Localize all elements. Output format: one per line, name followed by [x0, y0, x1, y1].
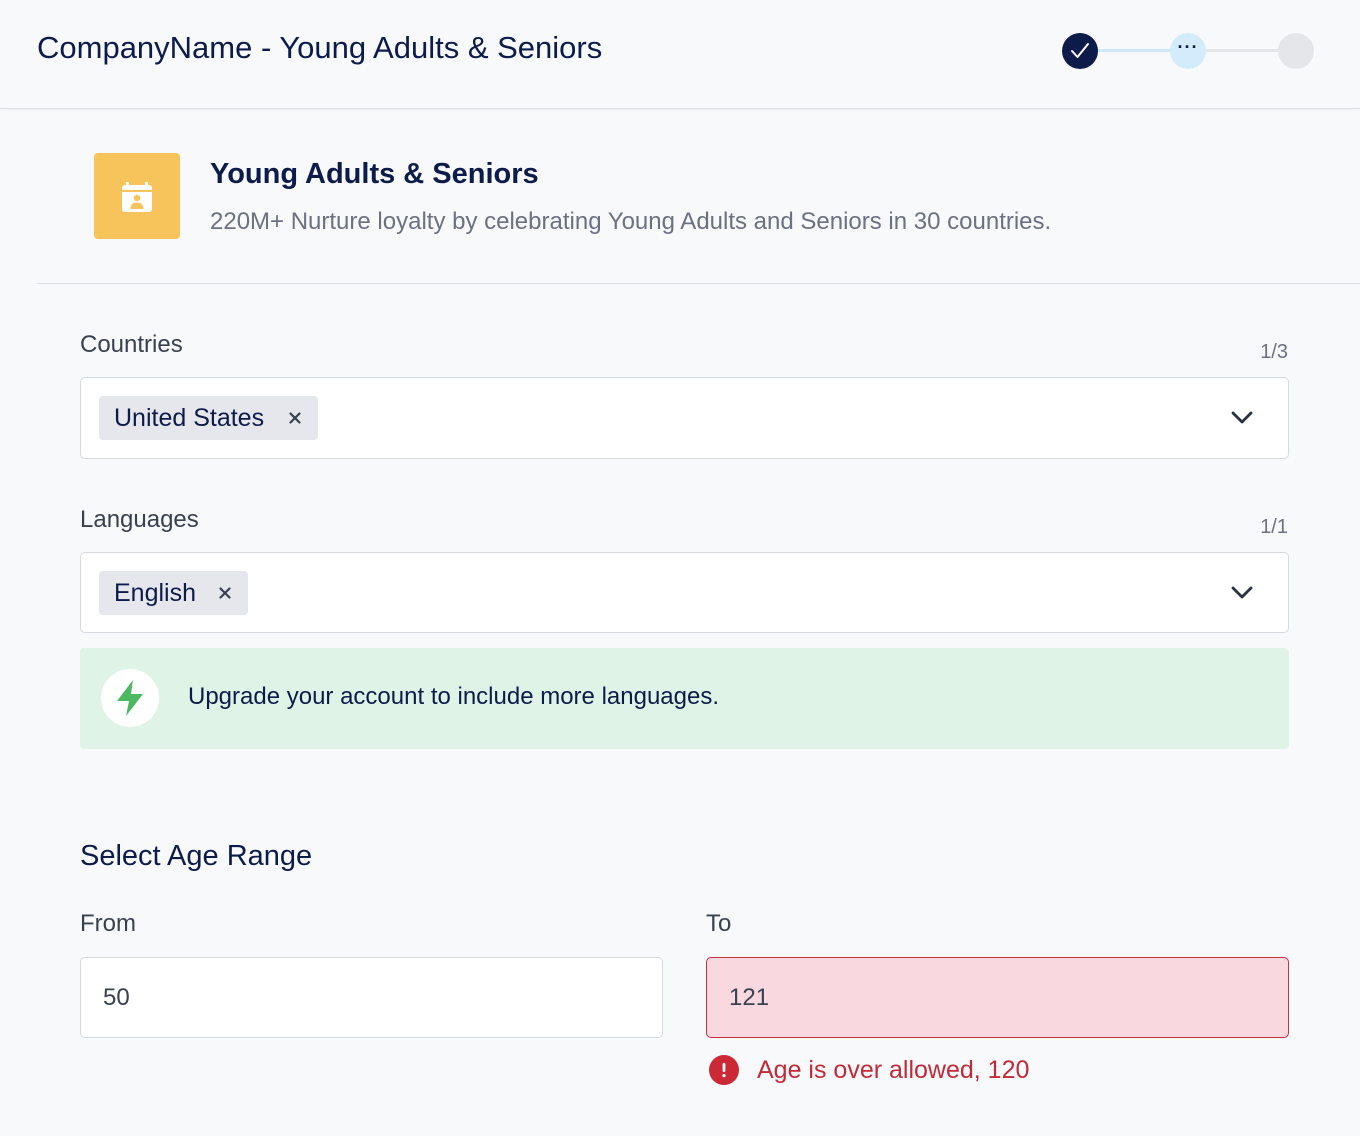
remove-chip-button[interactable] [288, 411, 302, 425]
page-title: CompanyName - Young Adults & Seniors [37, 30, 603, 65]
error-text: Age is over allowed, 120 [757, 1055, 1030, 1084]
calendar-person-icon [122, 182, 152, 212]
language-chip[interactable]: English [99, 571, 248, 615]
upgrade-message: Upgrade your account to include more lan… [188, 683, 719, 710]
segment-title: Young Adults & Seniors [210, 158, 539, 190]
age-range-title: Select Age Range [80, 840, 313, 872]
close-icon [289, 412, 301, 424]
countries-counter: 1/3 [1260, 341, 1288, 363]
step-completed[interactable] [1062, 33, 1098, 69]
close-icon [219, 587, 231, 599]
top-bar: CompanyName - Young Adults & Seniors ··· [0, 0, 1360, 109]
chip-label: English [114, 578, 196, 607]
languages-dropdown-toggle[interactable] [1230, 583, 1254, 603]
exclamation-icon [722, 1063, 726, 1078]
remove-chip-button[interactable] [218, 586, 232, 600]
chevron-down-icon [1231, 586, 1253, 599]
languages-counter: 1/1 [1260, 516, 1288, 538]
banner-icon [101, 669, 159, 727]
chip-label: United States [114, 403, 265, 432]
languages-select[interactable]: English [80, 552, 1289, 633]
step-current[interactable]: ··· [1170, 33, 1206, 69]
country-chip[interactable]: United States [99, 396, 319, 440]
age-to-label: To [706, 910, 732, 937]
countries-label: Countries [80, 331, 183, 358]
age-error-message: Age is over allowed, 120 [709, 1055, 1029, 1085]
section-divider [37, 283, 1360, 284]
segment-icon [94, 153, 180, 239]
age-to-input[interactable] [706, 957, 1289, 1038]
segment-description: 220M+ Nurture loyalty by celebrating You… [210, 208, 1052, 235]
age-from-label: From [80, 910, 136, 937]
age-from-input[interactable] [80, 957, 663, 1038]
step-upcoming[interactable] [1278, 33, 1314, 69]
chevron-down-icon [1231, 411, 1253, 424]
check-icon [1071, 43, 1089, 58]
countries-dropdown-toggle[interactable] [1230, 408, 1254, 428]
languages-label: Languages [80, 506, 199, 533]
error-icon [709, 1055, 739, 1085]
countries-select[interactable]: United States [80, 377, 1289, 459]
progress-stepper: ··· [1062, 33, 1314, 69]
lightning-bolt-icon [117, 680, 143, 716]
upgrade-banner[interactable]: Upgrade your account to include more lan… [80, 648, 1289, 749]
